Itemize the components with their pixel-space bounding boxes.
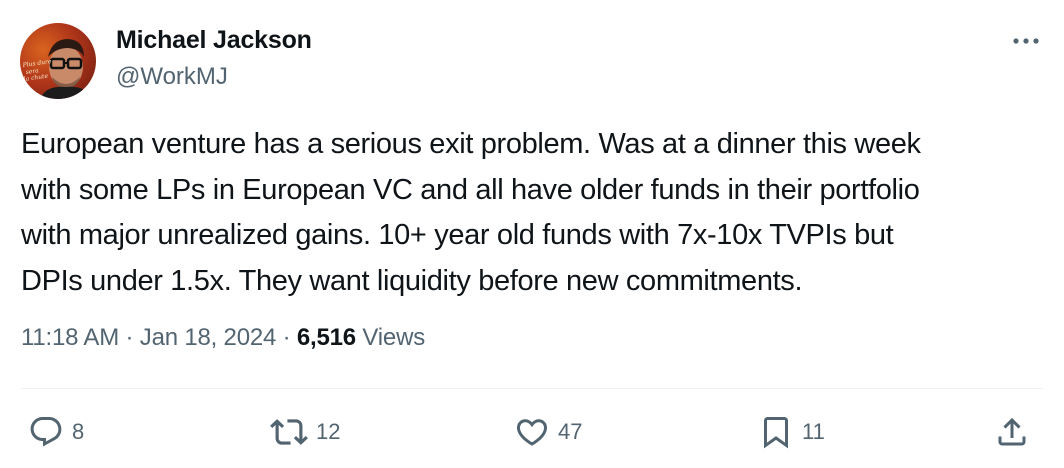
tweet-text-line: DPIs under 1.5x. They want liquidity bef… xyxy=(21,264,803,297)
reply-button[interactable]: 8 xyxy=(28,410,84,454)
share-icon xyxy=(998,417,1026,446)
retweet-icon xyxy=(270,419,308,445)
bookmark-button[interactable]: 11 xyxy=(758,410,825,454)
avatar-image: Plus dure sera la chute xyxy=(21,39,92,99)
meta-separator: · xyxy=(282,324,297,351)
tweet-text-line: with major unrealized gains. 10+ year ol… xyxy=(21,219,894,251)
tweet-text: European venture has a serious exit prob… xyxy=(21,122,1031,304)
author-handle[interactable]: @WorkMJ xyxy=(116,63,228,91)
tweet-time[interactable]: 11:18 AM xyxy=(21,324,119,351)
tweet-text-line: European venture has a serious exit prob… xyxy=(21,128,921,160)
bookmark-count: 11 xyxy=(802,419,825,444)
tweet-text-line: with some LPs in European VC and all hav… xyxy=(21,173,920,206)
reply-icon xyxy=(30,417,62,447)
divider xyxy=(21,388,1043,389)
heart-icon xyxy=(516,419,548,446)
more-icon xyxy=(1013,38,1039,44)
like-button[interactable]: 47 xyxy=(514,410,582,454)
like-count: 47 xyxy=(558,419,583,444)
retweet-button[interactable]: 12 xyxy=(270,410,340,454)
tweet-meta: 11:18 AM · Jan 18, 2024 · 6,516 Views xyxy=(21,324,425,352)
bookmark-icon xyxy=(764,417,788,449)
views-count: 6,516 xyxy=(296,324,356,351)
tweet-date[interactable]: Jan 18, 2024 xyxy=(140,324,277,351)
retweet-count: 12 xyxy=(316,419,341,444)
more-button[interactable] xyxy=(1006,26,1046,56)
views-label: Views xyxy=(362,324,426,351)
reply-count: 8 xyxy=(72,419,85,444)
share-button[interactable] xyxy=(994,410,1030,454)
author-name[interactable]: Michael Jackson xyxy=(116,26,312,55)
avatar[interactable]: Plus dure sera la chute xyxy=(20,23,96,99)
meta-separator: · xyxy=(125,324,140,351)
tweet-card: Plus dure sera la chute Michael Jackson … xyxy=(0,0,1064,468)
